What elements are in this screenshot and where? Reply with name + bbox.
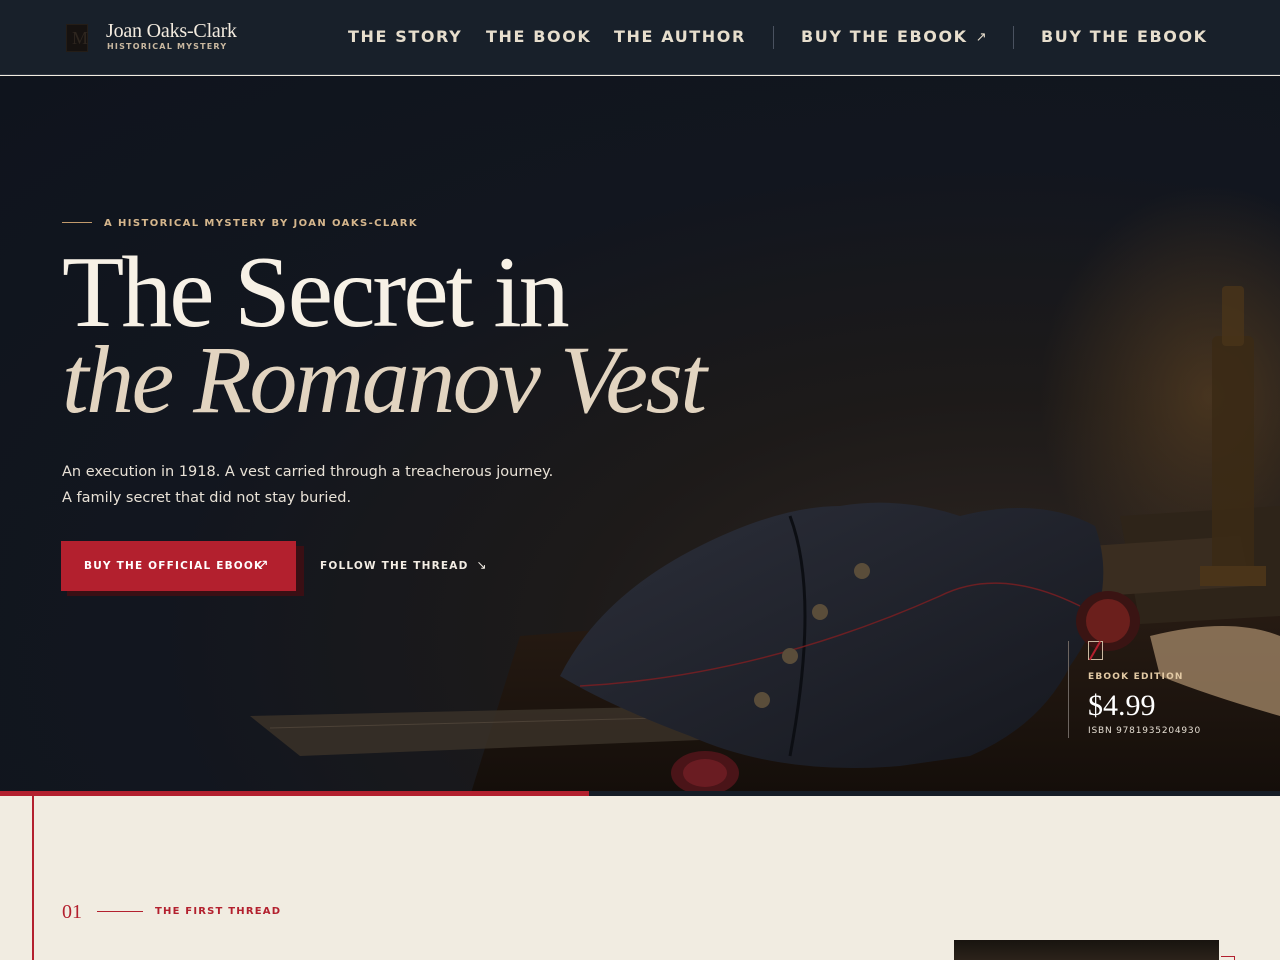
section-image <box>954 940 1219 960</box>
nav-buy-ebook-external[interactable]: BUY THE EBOOK ↗ <box>801 27 988 46</box>
follow-the-thread-link[interactable]: FOLLOW THE THREAD ↘ <box>320 556 487 574</box>
scroll-progress-bar <box>0 791 1280 796</box>
brand-tagline: HISTORICAL MYSTERY <box>107 42 228 51</box>
nav-the-book[interactable]: THE BOOK <box>486 27 591 46</box>
section-number: 01 <box>62 901 82 923</box>
hero-section: A HISTORICAL MYSTERY BY JOAN OAKS-CLARK … <box>0 76 1280 796</box>
section-image-frame <box>1221 956 1235 960</box>
nav-buy-ebook-external-label: BUY THE EBOOK <box>801 27 968 46</box>
edition-price: $4.99 <box>1088 689 1156 722</box>
section-label: THE FIRST THREAD <box>155 906 282 917</box>
top-nav: M Joan Oaks-Clark HISTORICAL MYSTERY THE… <box>0 0 1280 75</box>
buy-official-ebook-button[interactable]: BUY THE OFFICIAL EBOOK ↗ <box>61 541 296 591</box>
follow-the-thread-label: FOLLOW THE THREAD <box>320 560 469 572</box>
ebook-edition-card: EBOOK EDITION $4.99 ISBN 9781935204930 <box>1068 641 1228 738</box>
nav-the-story[interactable]: THE STORY <box>348 27 462 46</box>
nav-buy-ebook[interactable]: BUY THE EBOOK <box>1041 27 1208 46</box>
hero-lede: An execution in 1918. A vest carried thr… <box>62 464 554 506</box>
ebook-icon <box>1088 641 1103 660</box>
hero-title-line-2: the Romanov Vest <box>62 326 707 433</box>
nav-divider <box>773 26 774 49</box>
eyebrow-text: A HISTORICAL MYSTERY BY JOAN OAKS-CLARK <box>104 218 419 229</box>
brand-monogram-icon: M <box>66 24 88 52</box>
arrow-up-right-icon: ↗ <box>257 556 269 572</box>
eyebrow-rule <box>62 222 92 223</box>
section-rule <box>32 796 34 960</box>
arrow-down-right-icon: ↘ <box>476 558 487 572</box>
nav-the-author[interactable]: THE AUTHOR <box>614 27 746 46</box>
edition-isbn: ISBN 9781935204930 <box>1088 726 1201 736</box>
nav-divider <box>1013 26 1014 49</box>
section-line <box>97 911 143 912</box>
scroll-progress-fill <box>0 791 589 796</box>
buy-official-ebook-label: BUY THE OFFICIAL EBOOK <box>84 560 264 572</box>
arrow-up-right-icon: ↗ <box>975 30 989 45</box>
edition-label: EBOOK EDITION <box>1088 672 1184 682</box>
hero-eyebrow: A HISTORICAL MYSTERY BY JOAN OAKS-CLARK <box>62 213 418 231</box>
brand-name: Joan Oaks-Clark <box>106 20 237 42</box>
